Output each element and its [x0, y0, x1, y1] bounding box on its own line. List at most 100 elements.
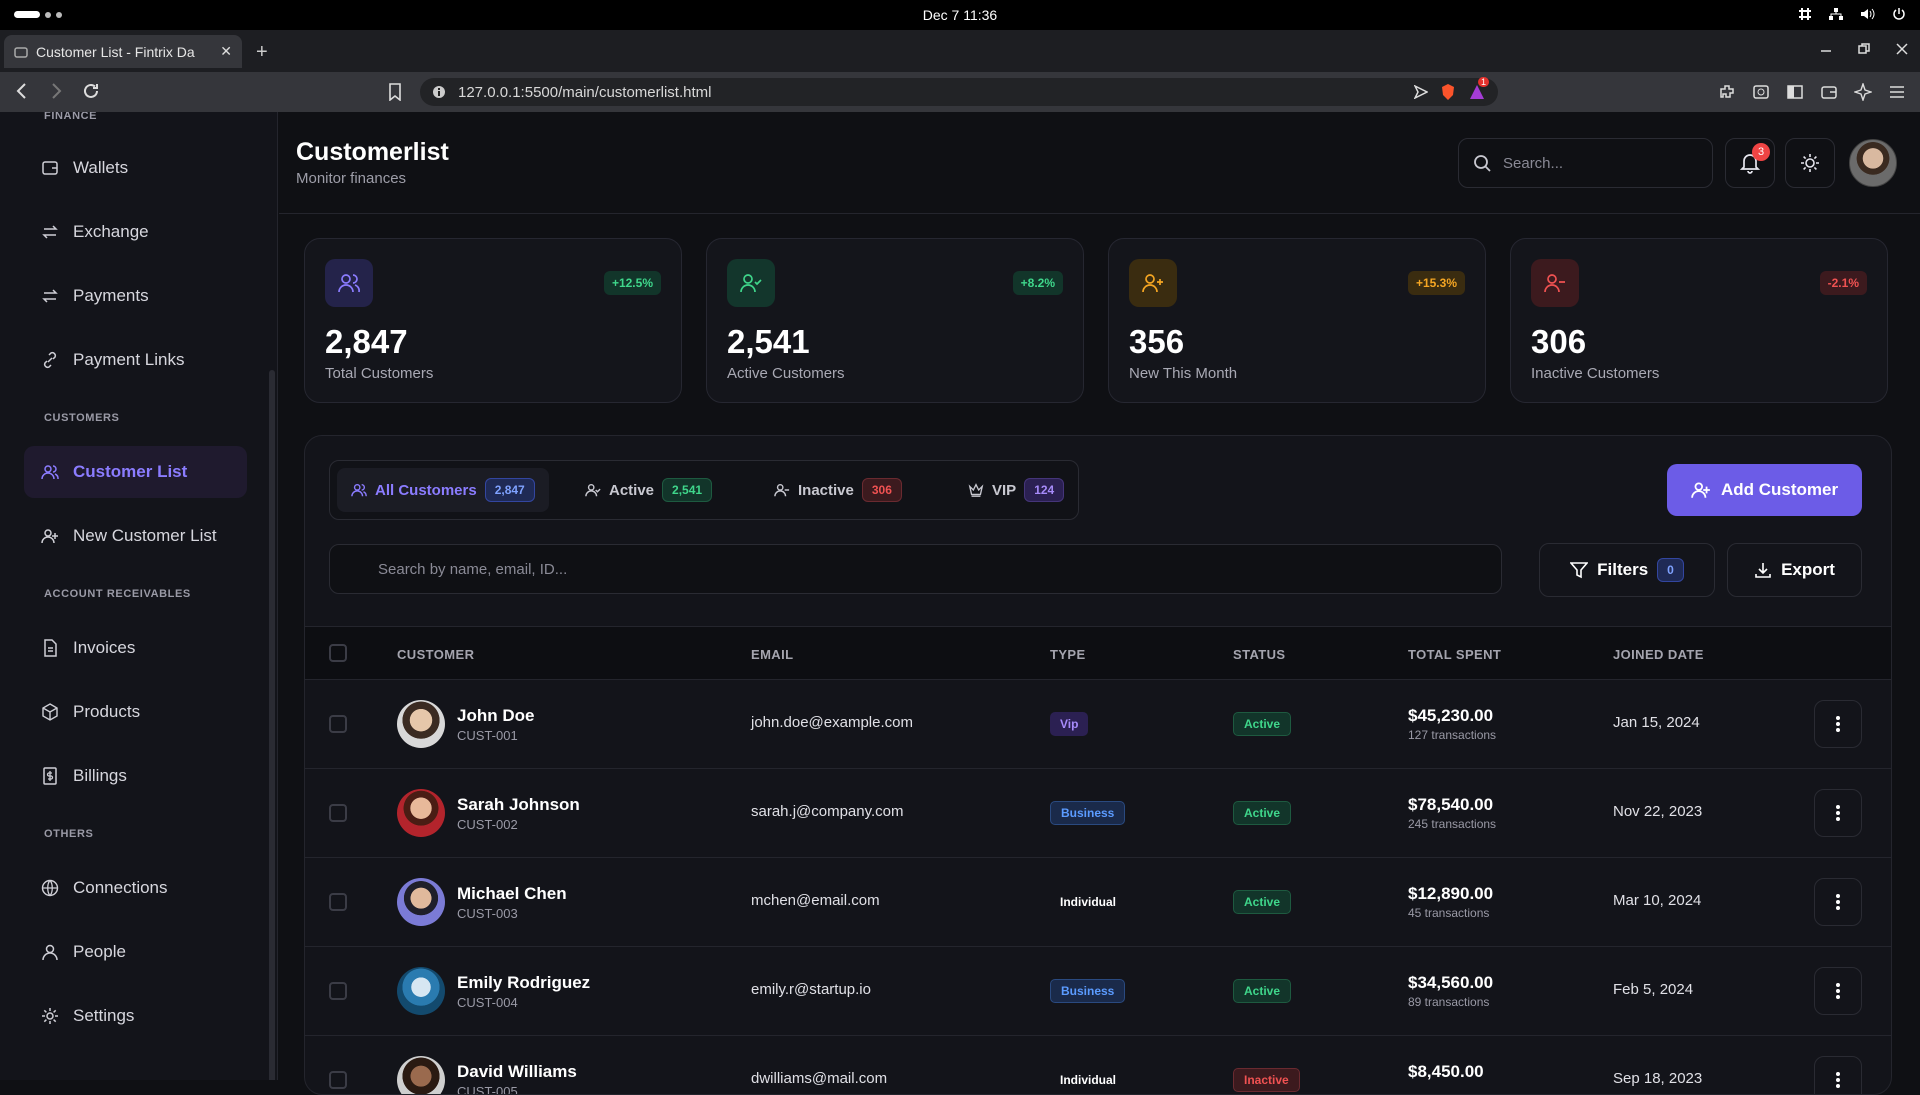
table-row[interactable]: John Doe CUST-001 john.doe@example.com V…	[305, 680, 1891, 769]
sidebar-item-invoices[interactable]: Invoices	[24, 622, 247, 674]
column-header[interactable]: CUSTOMER	[397, 647, 474, 662]
close-tab-icon[interactable]: ✕	[220, 43, 232, 60]
customer-filter-tabs: All Customers 2,847 Active 2,541 Inactiv…	[329, 460, 1079, 520]
close-window-icon[interactable]	[1896, 43, 1908, 55]
customer-name[interactable]: Sarah Johnson	[457, 795, 580, 815]
browser-tab[interactable]: Customer List - Fintrix Da ✕	[4, 35, 242, 68]
gear-icon	[41, 1007, 59, 1025]
tab-active[interactable]: Active 2,541	[571, 468, 726, 512]
theme-toggle-button[interactable]	[1785, 138, 1835, 188]
column-header[interactable]: EMAIL	[751, 647, 793, 662]
joined-date: Sep 18, 2023	[1613, 1070, 1703, 1087]
table-row[interactable]: David Williams CUST-005 dwilliams@mail.c…	[305, 1036, 1891, 1094]
search-placeholder: Search...	[1503, 154, 1564, 172]
screenshot-icon[interactable]	[1752, 83, 1770, 101]
section-finance: FINANCE	[44, 112, 98, 122]
sidebar-item-customer-list[interactable]: Customer List	[24, 446, 247, 498]
column-header[interactable]: STATUS	[1233, 647, 1285, 662]
sidebar-item-connections[interactable]: Connections	[24, 862, 247, 914]
forward-icon[interactable]	[48, 82, 64, 100]
os-clock[interactable]: Dec 7 11:36	[0, 7, 1920, 23]
customer-name[interactable]: Emily Rodriguez	[457, 973, 590, 993]
sidebar-item-label: New Customer List	[73, 526, 217, 545]
site-info-icon[interactable]	[432, 85, 446, 99]
customer-search-input[interactable]: Search by name, email, ID...	[329, 544, 1502, 594]
table-header: CUSTOMER EMAIL TYPE STATUS TOTAL SPENT J…	[305, 626, 1891, 680]
column-header[interactable]: JOINED DATE	[1613, 647, 1704, 662]
row-actions-button[interactable]	[1814, 1056, 1862, 1094]
sidebar-item-settings[interactable]: Settings	[24, 990, 247, 1042]
browser-toolbar: 127.0.0.1:5500/main/customerlist.html 1	[0, 72, 1920, 112]
menu-icon[interactable]	[1888, 83, 1906, 101]
tab-count-badge: 306	[861, 478, 902, 502]
customer-name[interactable]: John Doe	[457, 706, 534, 726]
wallet-icon[interactable]	[1820, 83, 1838, 101]
stat-delta: +15.3%	[1407, 271, 1465, 295]
volume-icon[interactable]	[1860, 7, 1876, 21]
export-button[interactable]: Export	[1727, 543, 1862, 597]
table-row[interactable]: Emily Rodriguez CUST-004 emily.r@startup…	[305, 947, 1891, 1036]
row-checkbox[interactable]	[329, 715, 347, 733]
address-bar[interactable]: 127.0.0.1:5500/main/customerlist.html 1	[420, 77, 1498, 106]
header-search-input[interactable]: Search...	[1458, 138, 1713, 188]
restore-window-icon[interactable]	[1858, 43, 1870, 55]
customer-email: emily.r@startup.io	[751, 981, 871, 998]
new-tab-button[interactable]: +	[256, 41, 268, 64]
sidebar-item-new-customer-list[interactable]: New Customer List	[24, 510, 247, 562]
table-row[interactable]: Michael Chen CUST-003 mchen@email.com In…	[305, 858, 1891, 947]
tab-vip[interactable]: VIP 124	[954, 468, 1078, 512]
row-checkbox[interactable]	[329, 982, 347, 1000]
row-actions-button[interactable]	[1814, 967, 1862, 1015]
network-icon[interactable]	[1828, 7, 1844, 21]
column-header[interactable]: TOTAL SPENT	[1408, 647, 1501, 662]
type-badge: Business	[1050, 801, 1126, 825]
add-customer-button[interactable]: Add Customer	[1667, 464, 1862, 516]
sidebar-item-exchange[interactable]: Exchange	[24, 206, 247, 258]
select-all-checkbox[interactable]	[329, 644, 347, 662]
sidebar-item-people[interactable]: People	[24, 926, 247, 978]
row-checkbox[interactable]	[329, 893, 347, 911]
stat-card-active: +8.2% 2,541 Active Customers	[706, 238, 1084, 403]
row-actions-button[interactable]	[1814, 878, 1862, 926]
filters-button[interactable]: Filters 0	[1539, 543, 1715, 597]
slack-icon[interactable]	[1798, 7, 1812, 21]
extensions-icon[interactable]	[1718, 83, 1736, 101]
customer-name[interactable]: Michael Chen	[457, 884, 567, 904]
column-header[interactable]: TYPE	[1050, 647, 1086, 662]
customer-name[interactable]: David Williams	[457, 1062, 577, 1082]
sidebar-item-products[interactable]: Products	[24, 686, 247, 738]
sidebar-toggle-icon[interactable]	[1786, 83, 1804, 101]
page-title: Customerlist	[296, 138, 449, 166]
sidebar-item-billings[interactable]: Billings	[24, 750, 247, 802]
row-checkbox[interactable]	[329, 804, 347, 822]
user-minus-icon	[774, 482, 790, 498]
system-tray[interactable]	[1798, 7, 1906, 21]
back-icon[interactable]	[14, 82, 30, 100]
stat-delta: -2.1%	[1819, 271, 1867, 295]
row-actions-button[interactable]	[1814, 700, 1862, 748]
notifications-button[interactable]: 3	[1725, 138, 1775, 188]
row-checkbox[interactable]	[329, 1071, 347, 1089]
user-avatar[interactable]	[1849, 139, 1897, 187]
stat-label: Active Customers	[727, 365, 845, 382]
sidebar-item-payments[interactable]: Payments	[24, 270, 247, 322]
row-actions-button[interactable]	[1814, 789, 1862, 837]
table-row[interactable]: Sarah Johnson CUST-002 sarah.j@company.c…	[305, 769, 1891, 858]
sidebar-item-payment-links[interactable]: Payment Links	[24, 334, 247, 386]
user-plus-icon	[41, 527, 59, 545]
sidebar-item-wallets[interactable]: Wallets	[24, 142, 247, 194]
download-icon	[1754, 561, 1772, 579]
bookmark-icon[interactable]	[388, 83, 402, 101]
tab-all-customers[interactable]: All Customers 2,847	[337, 468, 549, 512]
reload-icon[interactable]	[82, 82, 100, 100]
ai-sparkle-icon[interactable]	[1854, 83, 1872, 101]
brave-shield-icon[interactable]	[1440, 83, 1456, 101]
sidebar-scrollbar[interactable]	[269, 370, 275, 1080]
customer-email: mchen@email.com	[751, 892, 880, 909]
url-text[interactable]: 127.0.0.1:5500/main/customerlist.html	[458, 84, 1402, 101]
tab-inactive[interactable]: Inactive 306	[760, 468, 916, 512]
minimize-window-icon[interactable]	[1820, 43, 1832, 55]
brave-rewards-icon[interactable]: 1	[1468, 77, 1490, 101]
send-icon[interactable]	[1414, 85, 1428, 99]
power-icon[interactable]	[1892, 7, 1906, 21]
